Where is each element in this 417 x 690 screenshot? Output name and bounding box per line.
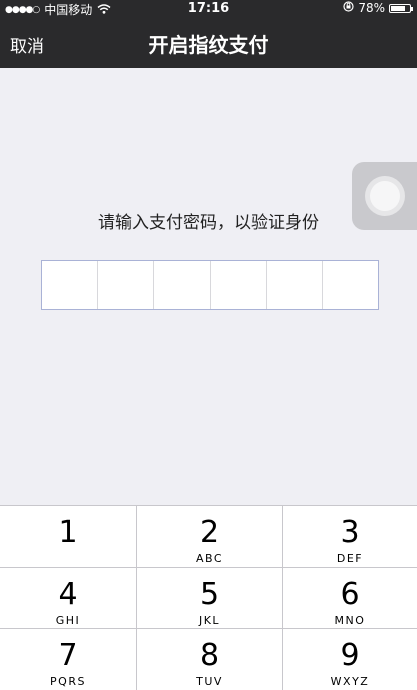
key-4[interactable]: 4 GHI: [0, 568, 136, 629]
key-2[interactable]: 2 ABC: [137, 506, 282, 567]
key-number: 1: [58, 515, 78, 550]
battery-fill: [391, 5, 406, 11]
password-digit-cell: [154, 261, 211, 309]
key-8[interactable]: 8 TUV: [137, 629, 282, 690]
key-number: 9: [340, 638, 360, 673]
key-number: 2: [199, 515, 220, 550]
password-digit-cell: [323, 261, 378, 309]
key-letters: JKL: [198, 614, 221, 627]
password-digit-cell: [211, 261, 267, 309]
key-5[interactable]: 5 JKL: [137, 568, 282, 629]
password-digit-cell: [42, 261, 99, 309]
rotation-lock-icon: [343, 1, 354, 15]
status-right: 78%: [343, 1, 413, 15]
password-digit-cell: [98, 261, 155, 309]
key-letters: DEF: [336, 552, 364, 565]
password-input[interactable]: [41, 260, 379, 310]
key-letters: TUV: [196, 675, 223, 688]
key-letters: MNO: [334, 614, 366, 627]
status-bar: ●●●●○ 中国移动 17:16 78%: [0, 0, 417, 17]
page-title: 开启指纹支付: [148, 33, 269, 57]
key-1[interactable]: 1: [0, 506, 136, 567]
key-number: 4: [58, 577, 78, 612]
key-7[interactable]: 7 PQRS: [0, 629, 136, 690]
key-number: 3: [340, 515, 360, 550]
key-letters: GHI: [55, 614, 81, 627]
key-number: 7: [58, 638, 78, 673]
key-number: 5: [199, 577, 220, 612]
key-3[interactable]: 3 DEF: [283, 506, 417, 567]
key-letters: WXYZ: [330, 675, 370, 688]
key-number: 8: [199, 638, 220, 673]
key-6[interactable]: 6 MNO: [283, 568, 417, 629]
password-digit-cell: [267, 261, 323, 309]
password-prompt: 请输入支付密码，以验证身份: [98, 213, 319, 233]
key-number: 6: [340, 577, 360, 612]
key-letters: ABC: [195, 552, 224, 565]
key-9[interactable]: 9 WXYZ: [283, 629, 417, 690]
battery-percent: 78%: [358, 1, 385, 15]
key-letters: PQRS: [50, 675, 86, 688]
number-keypad: 1 2 ABC 3 DEF 4 GHI 5 JKL 6 MNO 7 PQRS 8 TUV 9 WXYZ: [0, 505, 417, 690]
nav-bar: 取消 开启指纹支付: [0, 17, 417, 68]
battery-icon: [389, 3, 413, 13]
